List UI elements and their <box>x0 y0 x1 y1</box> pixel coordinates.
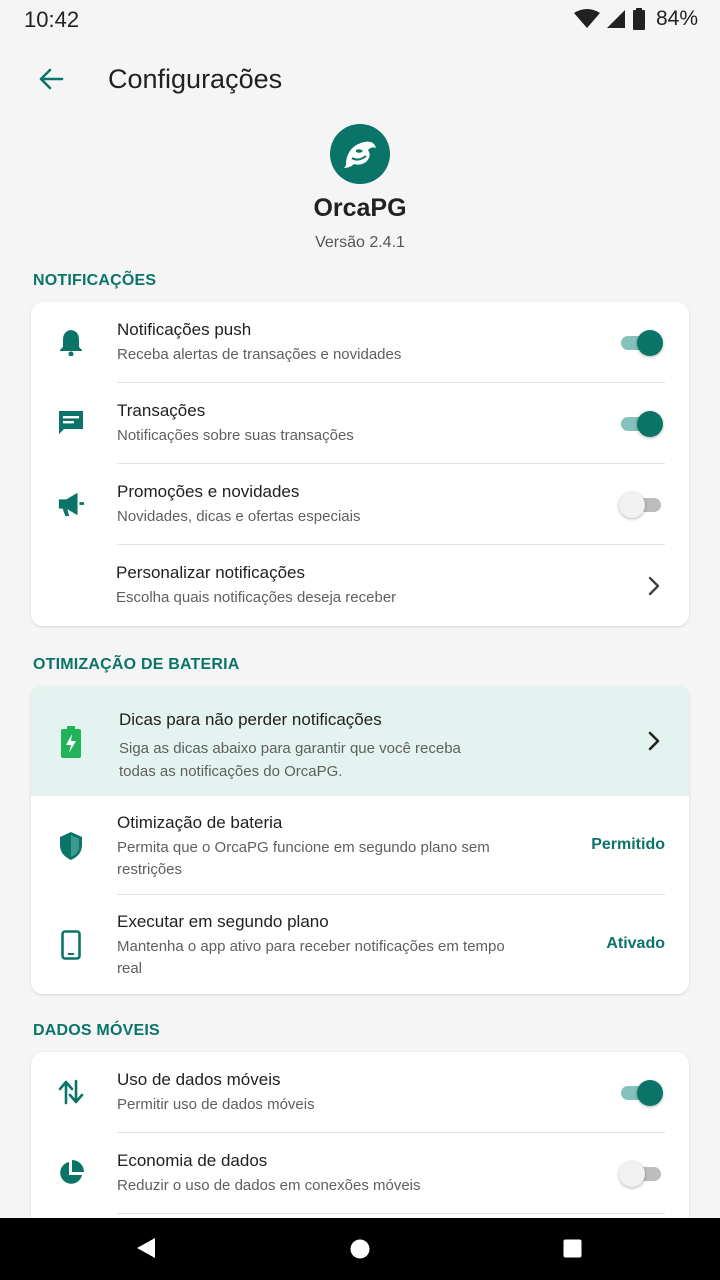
setting-row-background[interactable]: Executar em segundo plano Mantenha o app… <box>31 895 689 994</box>
setting-row-push[interactable]: Notificações push Receba alertas de tran… <box>31 302 689 383</box>
status-bar: 10:42 84% <box>0 0 720 40</box>
status-time: 10:42 <box>24 7 80 32</box>
app-version: Versão 2.4.1 <box>315 234 405 251</box>
setting-subtitle: Escolha quais notificações deseja recebe… <box>116 589 397 606</box>
status-value: Permitido <box>591 836 665 853</box>
setting-title: Transações <box>117 401 206 420</box>
app-brand: OrcaPG Versão 2.4.1 <box>0 124 720 252</box>
status-value: Ativado <box>606 935 665 952</box>
setting-row-transactions[interactable]: Transações Notificações sobre suas trans… <box>31 383 689 464</box>
section-header-mobile-data: DADOS MÓVEIS <box>33 1022 160 1039</box>
setting-subtitle: Permita que o OrcaPG funcione em segundo… <box>117 839 490 878</box>
signal-icon <box>606 9 626 29</box>
message-icon <box>57 409 85 437</box>
bell-icon <box>57 328 85 356</box>
setting-subtitle: Mantenha o app ativo para receber notifi… <box>117 938 505 977</box>
setting-title: Executar em segundo plano <box>117 912 329 931</box>
tips-subtitle: Siga as dicas abaixo para garantir que v… <box>119 740 461 780</box>
section-header-notifications: NOTIFICAÇÕES <box>33 272 157 289</box>
status-icons: 84% <box>573 7 698 31</box>
setting-row-promotions[interactable]: Promoções e novidades Novidades, dicas e… <box>31 464 689 545</box>
setting-row-battery-optimization[interactable]: Otimização de bateria Permita que o Orca… <box>31 796 689 895</box>
orca-logo <box>330 124 390 184</box>
mobile-data-toggle[interactable] <box>619 1078 663 1106</box>
transactions-toggle[interactable] <box>619 409 663 437</box>
setting-subtitle: Permitir uso de dados móveis <box>117 1096 315 1113</box>
setting-subtitle: Reduzir o uso de dados em conexões móvei… <box>117 1177 421 1194</box>
section-header-battery: OTIMIZAÇÃO DE BATERIA <box>33 656 240 673</box>
app-bar: Configurações <box>0 46 720 116</box>
setting-title: Promoções e novidades <box>117 482 300 501</box>
divider <box>117 1213 665 1214</box>
nav-back-icon[interactable] <box>136 1237 156 1264</box>
shield-icon <box>57 832 85 860</box>
swap-vertical-icon <box>57 1078 85 1106</box>
chevron-right-icon <box>647 575 661 597</box>
battery-icon <box>632 8 646 30</box>
nav-home-icon[interactable] <box>350 1239 370 1264</box>
setting-row-customize[interactable]: Personalizar notificações Escolha quais … <box>31 545 689 626</box>
setting-row-mobile-data[interactable]: Uso de dados móveis Permitir uso de dado… <box>31 1052 689 1133</box>
tips-title: Dicas para não perder notificações <box>119 710 382 729</box>
tips-row[interactable]: Dicas para não perder notificações Siga … <box>31 686 689 796</box>
setting-title: Personalizar notificações <box>116 563 305 582</box>
megaphone-icon <box>57 490 85 518</box>
setting-subtitle: Novidades, dicas e ofertas especiais <box>117 508 361 525</box>
battery-charging-icon <box>59 726 83 763</box>
setting-title: Economia de dados <box>117 1151 268 1170</box>
phone-icon <box>57 930 85 960</box>
setting-title: Notificações push <box>117 320 252 339</box>
setting-row-data-saver[interactable]: Economia de dados Reduzir o uso de dados… <box>31 1133 689 1214</box>
page-title: Configurações <box>108 64 283 94</box>
setting-title: Otimização de bateria <box>117 813 283 832</box>
push-toggle[interactable] <box>619 328 663 356</box>
setting-title: Uso de dados móveis <box>117 1070 281 1089</box>
promotions-toggle[interactable] <box>619 490 663 518</box>
notifications-card: Notificações push Receba alertas de tran… <box>31 302 689 626</box>
setting-subtitle: Notificações sobre suas transações <box>117 427 354 444</box>
nav-recents-icon[interactable] <box>563 1239 582 1263</box>
battery-card: Dicas para não perder notificações Siga … <box>31 686 689 994</box>
data-saver-toggle[interactable] <box>619 1159 663 1187</box>
mobile-data-card: Uso de dados móveis Permitir uso de dado… <box>31 1052 689 1242</box>
wifi-icon <box>573 9 600 29</box>
app-name: OrcaPG <box>313 194 407 222</box>
battery-percent: 84% <box>655 7 698 30</box>
back-arrow-icon <box>38 67 64 96</box>
back-button[interactable] <box>30 60 72 102</box>
chevron-right-icon <box>647 730 661 752</box>
setting-subtitle: Receba alertas de transações e novidades <box>117 346 402 363</box>
system-nav-bar <box>0 1218 720 1280</box>
pie-chart-icon <box>57 1159 85 1187</box>
